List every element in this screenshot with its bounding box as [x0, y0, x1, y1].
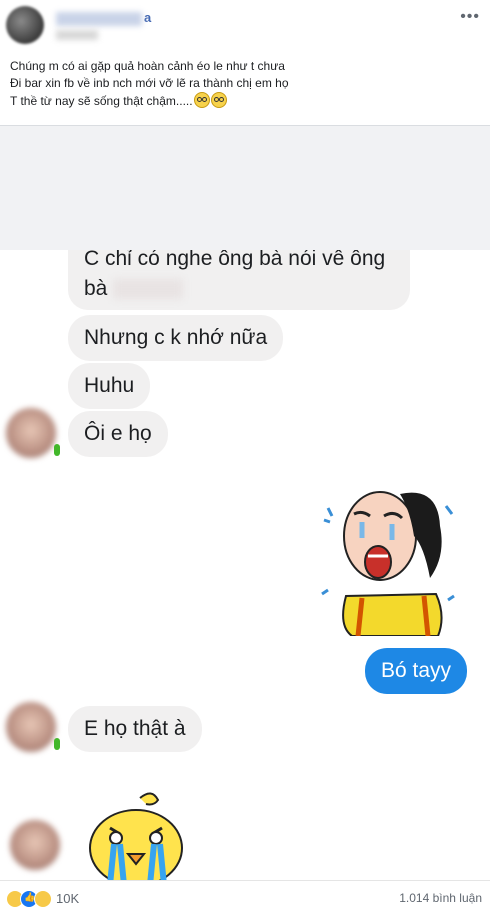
- message-bubble: E họ thật à: [68, 706, 202, 752]
- post-caption: Chúng m có ai gặp quả hoàn cảnh éo le nh…: [10, 59, 289, 108]
- author-avatar[interactable]: [6, 6, 44, 44]
- redacted-name: [113, 279, 184, 300]
- reaction-count[interactable]: 10K: [56, 891, 79, 906]
- post-header: a •••: [0, 0, 490, 50]
- contact-avatar: [10, 820, 60, 870]
- crying-old-man-sticker: [321, 491, 455, 636]
- message-bubble: Nhưng c k nhớ nữa: [68, 315, 284, 361]
- sad-icon[interactable]: [34, 890, 52, 908]
- chat-screenshot[interactable]: C chỉ có nghe ông bà nói vê ông bà Nhưng…: [0, 250, 490, 880]
- post-timestamp[interactable]: [56, 30, 98, 40]
- crying-chick-sticker: [89, 792, 183, 880]
- more-options-icon[interactable]: •••: [460, 8, 480, 26]
- message-bubble: Ôi e họ: [68, 411, 168, 457]
- message-bubble-outgoing: Bó tayy: [365, 648, 468, 694]
- nerd-emoji-icon: [193, 92, 210, 108]
- message-bubble: Huhu: [68, 363, 151, 409]
- image-top-band: [0, 126, 490, 250]
- contact-avatar: [6, 408, 56, 458]
- post-footer: 10K 1.014 bình luận: [0, 880, 490, 918]
- nerd-emoji-icon: [210, 92, 227, 108]
- comments-link[interactable]: 1.014 bình luận: [399, 891, 482, 905]
- online-indicator: [54, 444, 60, 456]
- author-name[interactable]: a: [56, 10, 151, 26]
- contact-avatar: [6, 702, 56, 752]
- message-bubble: C chỉ có nghe ông bà nói vê ông bà: [68, 250, 410, 310]
- online-indicator: [54, 738, 60, 750]
